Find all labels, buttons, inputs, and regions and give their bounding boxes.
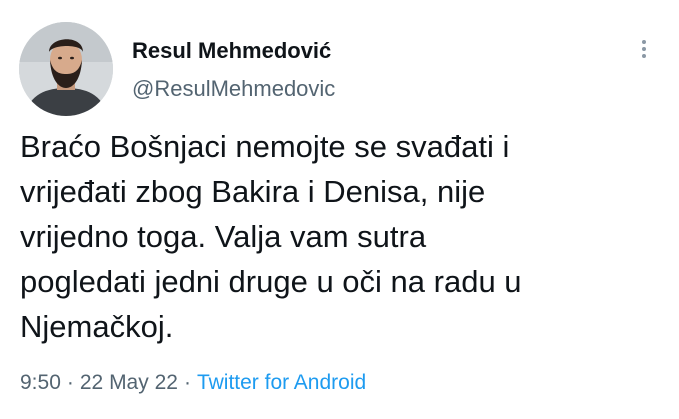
tweet-text-line: vrijedno toga. Valja vam sutra	[20, 219, 427, 254]
tweet-text-line: Njemačkoj.	[20, 309, 174, 344]
tweet-text-line: pogledati jedni druge u oči na radu u	[20, 264, 522, 299]
avatar[interactable]	[19, 22, 113, 116]
meta-separator: ·	[183, 371, 191, 394]
tweet-meta: 9:50 · 22 May 22 · Twitter for Android	[20, 371, 366, 395]
tweet-text-line: Braćo Bošnjaci nemojte se svađati i	[20, 129, 510, 164]
tweet-date[interactable]: 22 May 22	[80, 371, 178, 394]
tweet-text-line: vrijeđati zbog Bakira i Denisa, nije	[20, 174, 486, 209]
tweet-time[interactable]: 9:50	[20, 371, 61, 394]
tweet-card: Resul Mehmedović @ResulMehmedovic Braćo …	[0, 0, 679, 419]
avatar-image	[19, 22, 113, 116]
author-name[interactable]: Resul Mehmedović	[132, 38, 331, 64]
tweet-text: Braćo Bošnjaci nemojte se svađati i vrij…	[20, 124, 660, 349]
more-options-icon[interactable]	[632, 34, 656, 64]
author-handle[interactable]: @ResulMehmedovic	[132, 76, 335, 102]
tweet-source-link[interactable]: Twitter for Android	[197, 371, 366, 394]
meta-separator: ·	[66, 371, 74, 394]
